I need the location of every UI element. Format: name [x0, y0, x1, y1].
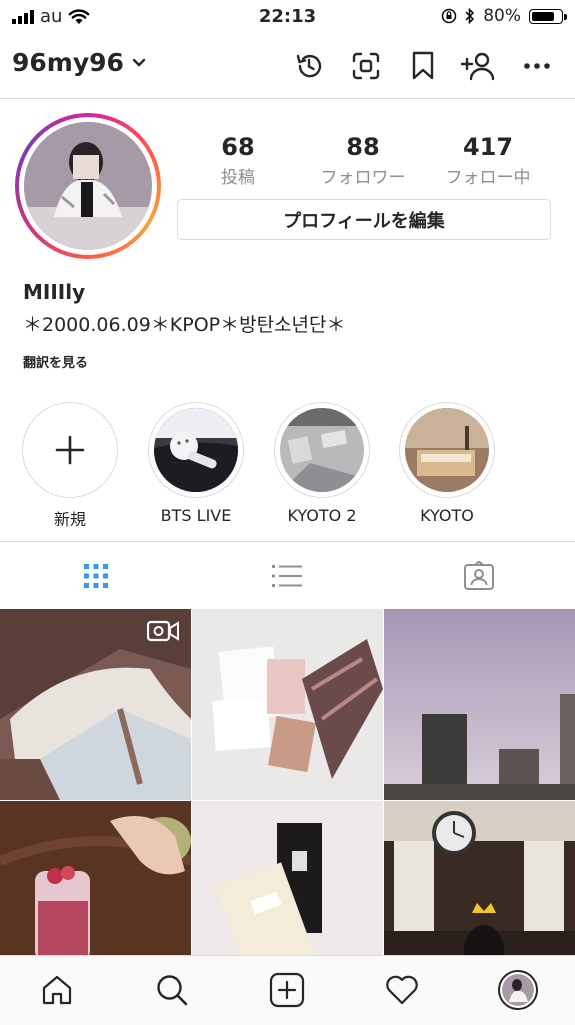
heart-icon: [386, 975, 418, 1005]
highlight-cover: [405, 408, 489, 492]
posts-count: 68: [221, 133, 255, 161]
nav-search[interactable]: [152, 970, 192, 1010]
highlight-kyoto[interactable]: KYOTO: [399, 402, 495, 525]
profile-header: 96my96: [0, 34, 575, 99]
tagged-icon: [464, 561, 494, 590]
profile-tabs: [0, 541, 575, 610]
bio: ＊2000.06.09＊KPOP＊방탄소년단＊: [23, 314, 346, 336]
posts-label: 投稿: [221, 168, 255, 188]
video-icon: [147, 620, 179, 642]
grid-icon: [84, 564, 108, 588]
list-icon: [272, 565, 302, 587]
more-icon[interactable]: [519, 48, 555, 84]
battery-percent: 80%: [483, 6, 521, 26]
highlight-title: KYOTO 2: [287, 506, 357, 525]
username-switcher[interactable]: 96my96: [12, 48, 146, 77]
grid-post[interactable]: [192, 609, 383, 800]
edit-profile-button[interactable]: プロフィールを編集: [177, 199, 551, 240]
bookmark-icon[interactable]: [405, 48, 441, 84]
add-icon: [269, 972, 305, 1008]
tab-grid[interactable]: [76, 556, 116, 596]
following-label: フォロー中: [445, 168, 531, 188]
status-bar: au 22:13 80%: [0, 0, 575, 34]
nav-add[interactable]: [267, 970, 307, 1010]
bottom-nav: [0, 955, 575, 1025]
nav-profile[interactable]: [497, 969, 539, 1011]
profile-avatar[interactable]: [15, 113, 161, 259]
avatar: [498, 970, 538, 1010]
highlight-cover: [154, 408, 238, 492]
nav-home[interactable]: [37, 970, 77, 1010]
highlight-bts-live[interactable]: BTS LIVE: [148, 402, 244, 525]
highlight-title: BTS LIVE: [160, 506, 232, 525]
scan-icon[interactable]: [348, 48, 384, 84]
username: 96my96: [12, 48, 124, 77]
battery-icon: [529, 8, 567, 24]
following-stat[interactable]: 417 フォロー中: [428, 133, 548, 188]
search-icon: [157, 975, 188, 1006]
translate-link[interactable]: 翻訳を見る: [23, 352, 88, 371]
chevron-down-icon: [132, 58, 146, 67]
followers-label: フォロワー: [320, 168, 406, 188]
highlight-title: 新規: [53, 510, 86, 529]
orientation-lock-icon: [441, 8, 457, 24]
plus-icon: [55, 435, 85, 465]
highlight-new[interactable]: 新規: [22, 402, 118, 530]
status-right: 80%: [441, 6, 567, 26]
avatar-photo: [24, 122, 152, 250]
grid-post[interactable]: [0, 609, 191, 800]
highlight-kyoto-2[interactable]: KYOTO 2: [274, 402, 370, 525]
display-name: MIIIly: [23, 280, 86, 304]
followers-stat[interactable]: 88 フォロワー: [303, 133, 423, 188]
highlight-cover: [280, 408, 364, 492]
posts-stat[interactable]: 68 投稿: [178, 133, 298, 188]
tab-list[interactable]: [267, 556, 307, 596]
following-count: 417: [462, 133, 514, 161]
bluetooth-icon: [465, 8, 475, 24]
nav-activity[interactable]: [382, 970, 422, 1010]
tab-tagged[interactable]: [459, 556, 499, 596]
highlight-title: KYOTO: [420, 506, 474, 525]
home-icon: [42, 975, 72, 1005]
grid-post[interactable]: [384, 609, 575, 800]
history-icon[interactable]: [291, 48, 327, 84]
followers-count: 88: [346, 133, 380, 161]
add-person-icon[interactable]: [460, 48, 496, 84]
